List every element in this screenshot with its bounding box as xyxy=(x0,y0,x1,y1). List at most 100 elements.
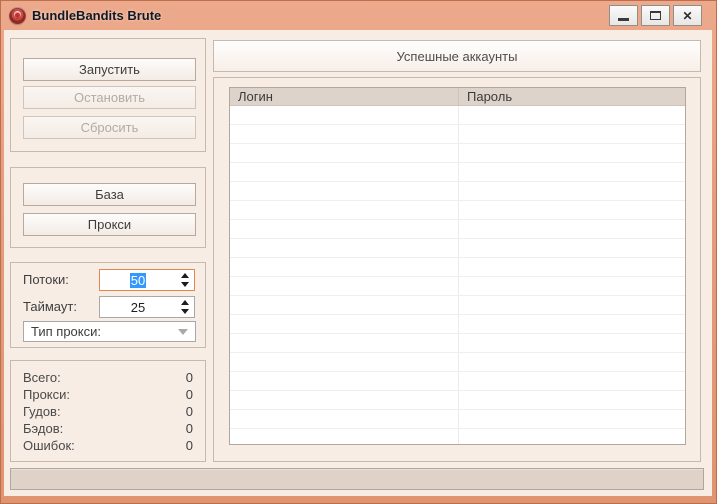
stat-row-bads: Бэдов: 0 xyxy=(23,421,193,436)
table-row[interactable] xyxy=(230,201,685,220)
table-row[interactable] xyxy=(230,239,685,258)
run-controls-group: Запустить Остановить Сбросить xyxy=(10,38,206,152)
table-cell-password xyxy=(459,429,685,444)
window-controls: ✕ xyxy=(609,5,702,26)
maximize-button[interactable] xyxy=(641,5,670,26)
threads-up-icon[interactable] xyxy=(181,273,189,278)
table-cell-password xyxy=(459,144,685,162)
table-cell-login xyxy=(230,182,459,200)
accounts-table-header: Логин Пароль xyxy=(230,88,685,106)
table-cell-login xyxy=(230,353,459,371)
stat-label: Бэдов: xyxy=(23,421,64,436)
titlebar[interactable]: BundleBandits Brute ✕ xyxy=(0,0,717,30)
timeout-label: Таймаут: xyxy=(23,299,77,314)
table-row[interactable] xyxy=(230,220,685,239)
table-row[interactable] xyxy=(230,410,685,429)
stat-value: 0 xyxy=(185,404,193,419)
table-cell-login xyxy=(230,334,459,352)
start-button[interactable]: Запустить xyxy=(23,58,196,81)
close-button[interactable]: ✕ xyxy=(673,5,702,26)
threads-value[interactable]: 50 xyxy=(100,270,176,290)
window-title: BundleBandits Brute xyxy=(32,7,162,23)
table-cell-login xyxy=(230,220,459,238)
table-cell-login xyxy=(230,372,459,390)
table-cell-login xyxy=(230,410,459,428)
table-cell-password xyxy=(459,334,685,352)
table-row[interactable] xyxy=(230,429,685,444)
table-cell-password xyxy=(459,239,685,257)
maximize-icon xyxy=(650,11,661,20)
table-row[interactable] xyxy=(230,391,685,410)
table-row[interactable] xyxy=(230,106,685,125)
stat-value: 0 xyxy=(185,438,193,453)
table-cell-login xyxy=(230,163,459,181)
table-cell-password xyxy=(459,315,685,333)
stat-row-proxies: Прокси: 0 xyxy=(23,387,193,402)
table-row[interactable] xyxy=(230,277,685,296)
accounts-header-title: Успешные аккаунты xyxy=(396,48,518,64)
table-row[interactable] xyxy=(230,353,685,372)
proxy-button[interactable]: Прокси xyxy=(23,213,196,236)
table-cell-password xyxy=(459,410,685,428)
table-cell-login xyxy=(230,106,459,124)
accounts-table[interactable]: Логин Пароль xyxy=(229,87,686,445)
table-cell-login xyxy=(230,429,459,444)
timeout-value[interactable]: 25 xyxy=(100,297,176,317)
threads-label: Потоки: xyxy=(23,272,69,287)
table-row[interactable] xyxy=(230,163,685,182)
table-cell-password xyxy=(459,258,685,276)
table-row[interactable] xyxy=(230,296,685,315)
accounts-panel: Логин Пароль xyxy=(213,77,701,462)
column-header-login[interactable]: Логин xyxy=(230,88,459,105)
table-cell-password xyxy=(459,182,685,200)
stat-value: 0 xyxy=(185,421,193,436)
stat-label: Прокси: xyxy=(23,387,71,402)
table-cell-password xyxy=(459,201,685,219)
reset-button: Сбросить xyxy=(23,116,196,139)
sources-group: База Прокси xyxy=(10,167,206,248)
minimize-button[interactable] xyxy=(609,5,638,26)
stat-value: 0 xyxy=(185,387,193,402)
table-cell-login xyxy=(230,315,459,333)
stat-label: Ошибок: xyxy=(23,438,75,453)
threads-stepper[interactable]: 50 xyxy=(99,269,195,291)
stat-row-errors: Ошибок: 0 xyxy=(23,438,193,453)
stat-label: Гудов: xyxy=(23,404,61,419)
table-cell-login xyxy=(230,277,459,295)
stat-label: Всего: xyxy=(23,370,61,385)
table-cell-login xyxy=(230,239,459,257)
table-row[interactable] xyxy=(230,125,685,144)
accounts-table-body[interactable] xyxy=(230,106,685,444)
table-cell-password xyxy=(459,353,685,371)
table-row[interactable] xyxy=(230,372,685,391)
timeout-up-icon[interactable] xyxy=(181,300,189,305)
timeout-spin-buttons xyxy=(176,297,194,317)
timeout-down-icon[interactable] xyxy=(181,309,189,314)
table-cell-password xyxy=(459,125,685,143)
close-icon: ✕ xyxy=(682,8,693,23)
table-row[interactable] xyxy=(230,258,685,277)
table-row[interactable] xyxy=(230,334,685,353)
app-window: BundleBandits Brute ✕ Запустить Останови… xyxy=(0,0,717,504)
timeout-stepper[interactable]: 25 xyxy=(99,296,195,318)
column-header-password[interactable]: Пароль xyxy=(459,88,685,105)
settings-group: Потоки: 50 Таймаут: 25 Тип прокси: xyxy=(10,262,206,348)
table-row[interactable] xyxy=(230,144,685,163)
table-cell-login xyxy=(230,258,459,276)
table-row[interactable] xyxy=(230,315,685,334)
table-cell-password xyxy=(459,277,685,295)
table-cell-login xyxy=(230,391,459,409)
stats-group: Всего: 0 Прокси: 0 Гудов: 0 Бэдов: 0 Оши… xyxy=(10,360,206,462)
stat-value: 0 xyxy=(185,370,193,385)
table-cell-login xyxy=(230,144,459,162)
proxy-type-select[interactable]: Тип прокси: xyxy=(23,321,196,342)
accounts-header-panel: Успешные аккаунты xyxy=(213,40,701,72)
table-row[interactable] xyxy=(230,182,685,201)
stat-row-total: Всего: 0 xyxy=(23,370,193,385)
client-area: Запустить Остановить Сбросить База Прокс… xyxy=(4,30,712,496)
table-cell-password xyxy=(459,163,685,181)
minimize-icon xyxy=(618,18,629,21)
base-button[interactable]: База xyxy=(23,183,196,206)
threads-down-icon[interactable] xyxy=(181,282,189,287)
threads-spin-buttons xyxy=(176,270,194,290)
